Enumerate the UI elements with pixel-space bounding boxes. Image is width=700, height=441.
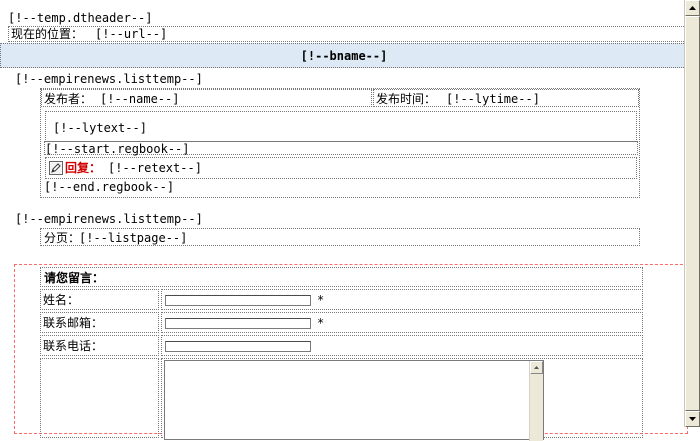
message-textarea[interactable]: [164, 360, 544, 441]
phone-input-cell: [161, 335, 643, 356]
publisher-name: [!--name--]: [100, 92, 180, 106]
guestbook-form: 请您留言： 姓名： * 联系邮箱： * 联系电话：: [14, 264, 688, 441]
start-regbook-row: [!--start.regbook--]: [44, 141, 638, 156]
pagination-label: 分页：: [44, 231, 81, 245]
publish-time-label: 发布时间：: [376, 92, 437, 106]
location-bar: 现在的位置： [!--url--]: [8, 26, 688, 42]
header-tag: [!--temp.dtheader--]: [8, 11, 153, 25]
listtemp-open-tag: [!--empirenews.listtemp--]: [15, 72, 203, 86]
textarea-scroll-up-button[interactable]: [530, 361, 543, 374]
message-input-cell: [161, 358, 643, 441]
scroll-down-button[interactable]: [685, 411, 700, 427]
arrow-down-icon: [689, 417, 696, 421]
phone-input[interactable]: [165, 341, 311, 352]
reply-box: 回复： [!--retext--]: [45, 157, 637, 179]
listtemp-close-tag: [!--empirenews.listtemp--]: [15, 212, 203, 226]
start-regbook: [!--start.regbook--]: [45, 142, 190, 156]
location-label: 现在的位置：: [11, 27, 84, 41]
email-label-cell: 联系邮箱：: [40, 312, 159, 333]
end-regbook: [!--end.regbook--]: [44, 180, 175, 194]
scroll-up-button[interactable]: [685, 0, 700, 16]
name-label-cell: 姓名：: [40, 289, 159, 310]
pagination-bar: 分页： [!--listpage--]: [40, 228, 640, 246]
form-title: 请您留言：: [44, 271, 105, 285]
name-input-cell: *: [161, 289, 643, 310]
bname-bar: [!--bname--]: [0, 43, 688, 68]
arrow-up-icon: [689, 6, 696, 10]
reply-text: [!--retext--]: [108, 161, 202, 175]
name-input[interactable]: [165, 295, 311, 306]
pagination-links[interactable]: [!--listpage--]: [79, 231, 187, 245]
name-label: 姓名：: [43, 293, 80, 307]
publish-time-value: [!--lytime--]: [446, 92, 540, 106]
email-label: 联系邮箱：: [43, 316, 104, 330]
edit-icon: [49, 161, 63, 175]
scroll-thumb[interactable]: [685, 16, 700, 411]
arrow-up-icon: [534, 366, 539, 369]
email-input-cell: *: [161, 312, 643, 333]
textarea-scrollbar[interactable]: [529, 361, 543, 441]
phone-label: 联系电话：: [43, 339, 104, 353]
publish-time-cell: 发布时间： [!--lytime--]: [373, 89, 639, 107]
phone-label-cell: 联系电话：: [40, 335, 159, 356]
lytext: [!--lytext--]: [53, 121, 147, 135]
publisher-cell: 发布者： [!--name--]: [41, 89, 372, 107]
form-title-row: 请您留言：: [40, 267, 643, 287]
message-label-cell: [40, 358, 159, 438]
bname-title: [!--bname--]: [300, 49, 388, 63]
window-scrollbar[interactable]: [684, 0, 700, 427]
location-url: [!--url--]: [95, 27, 168, 41]
reply-label: 回复：: [65, 161, 102, 175]
publisher-label: 发布者：: [44, 92, 93, 106]
name-required-mark: *: [317, 293, 325, 307]
email-required-mark: *: [317, 316, 325, 330]
lytext-box: [!--lytext--]: [45, 111, 637, 142]
email-input[interactable]: [165, 318, 311, 329]
